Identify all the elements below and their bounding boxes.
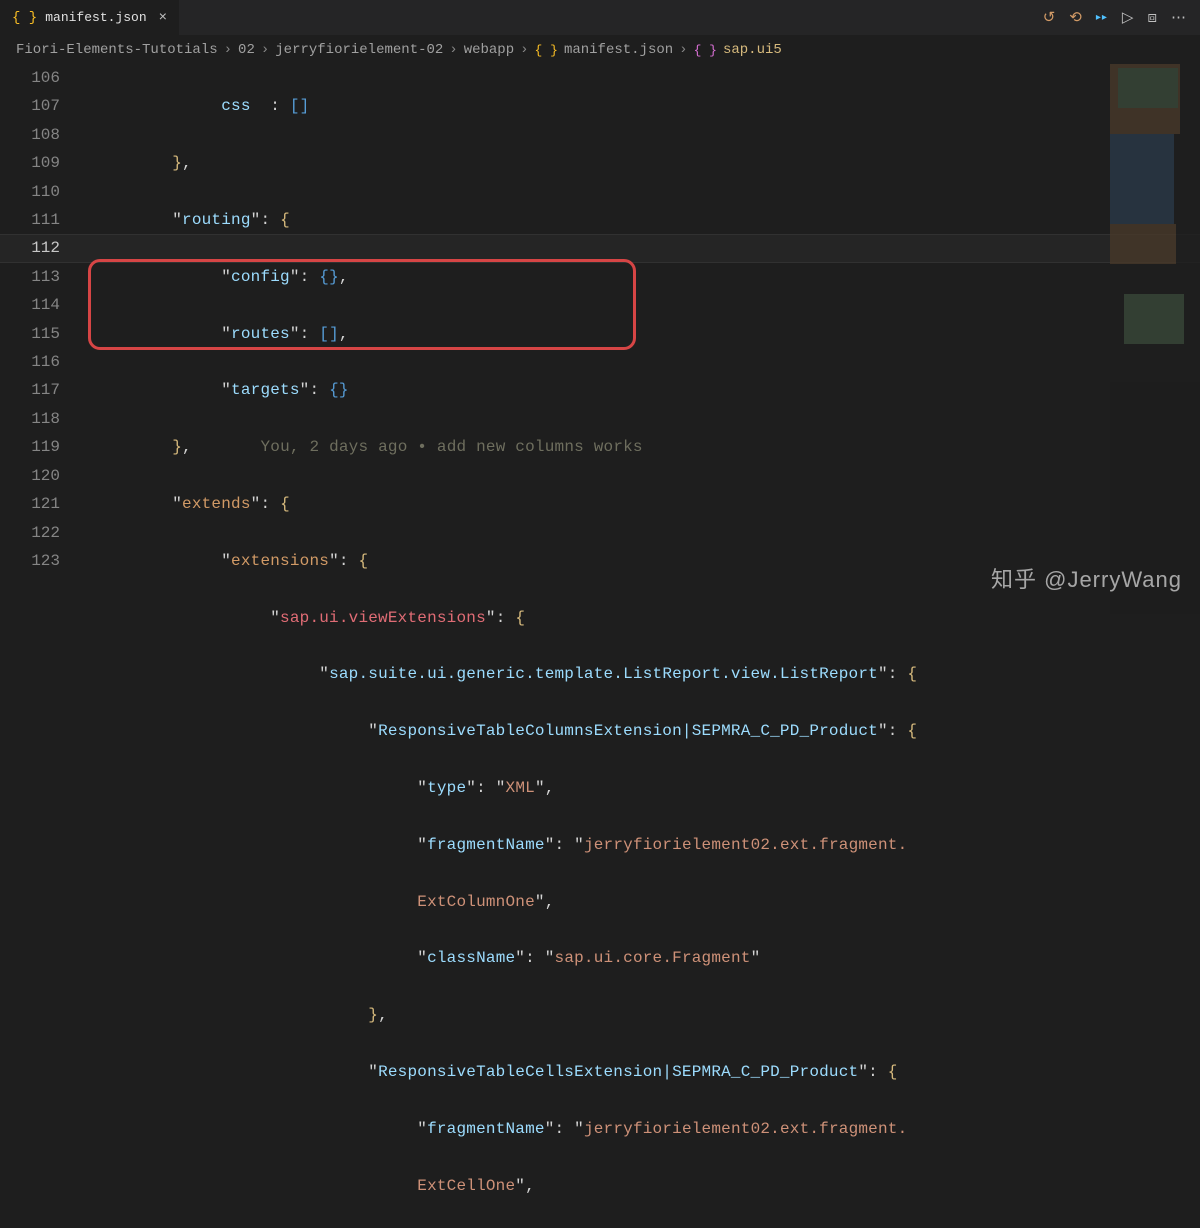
chevron-right-icon: › <box>449 42 457 58</box>
line-number-gutter: 106 107 108 109 110 111 112 113 114 115 … <box>0 64 84 614</box>
object-icon: { } <box>694 43 717 58</box>
code-content[interactable]: css : [] }, "routing": { "config": {}, "… <box>84 64 1200 614</box>
crumb-item[interactable]: sap.ui5 <box>723 42 782 58</box>
breadcrumb[interactable]: Fiori-Elements-Tutotials › 02 › jerryfio… <box>0 36 1200 64</box>
crumb-item[interactable]: jerryfiorielement-02 <box>275 42 443 58</box>
close-icon[interactable]: × <box>159 10 167 26</box>
crumb-item[interactable]: 02 <box>238 42 255 58</box>
json-file-icon: { } <box>12 10 37 26</box>
crumb-item[interactable]: webapp <box>464 42 514 58</box>
tab-filename: manifest.json <box>45 10 146 25</box>
crumb-item[interactable]: Fiori-Elements-Tutotials <box>16 42 218 58</box>
split-editor-icon[interactable]: ⧈ <box>1147 9 1157 27</box>
run-icon[interactable]: ▷ <box>1122 8 1134 27</box>
active-tab[interactable]: { } manifest.json × <box>0 0 180 35</box>
git-lens-annotation: You, 2 days ago • add new columns works <box>260 438 642 456</box>
compare-icon[interactable]: ▸▸ <box>1096 12 1108 24</box>
editor-toolbar: ↺ ⟲ ▸▸ ▷ ⧈ ⋯ <box>1043 8 1200 27</box>
more-icon[interactable]: ⋯ <box>1171 8 1186 27</box>
crumb-item[interactable]: manifest.json <box>564 42 673 58</box>
json-file-icon: { } <box>535 43 558 58</box>
code-editor[interactable]: 106 107 108 109 110 111 112 113 114 115 … <box>0 64 1200 614</box>
chevron-right-icon: › <box>224 42 232 58</box>
revert-icon[interactable]: ⟲ <box>1069 8 1082 27</box>
chevron-right-icon: › <box>520 42 528 58</box>
chevron-right-icon: › <box>679 42 687 58</box>
chevron-right-icon: › <box>261 42 269 58</box>
minimap[interactable] <box>1110 64 1200 614</box>
timeline-icon[interactable]: ↺ <box>1043 8 1056 27</box>
tab-bar: { } manifest.json × ↺ ⟲ ▸▸ ▷ ⧈ ⋯ <box>0 0 1200 36</box>
